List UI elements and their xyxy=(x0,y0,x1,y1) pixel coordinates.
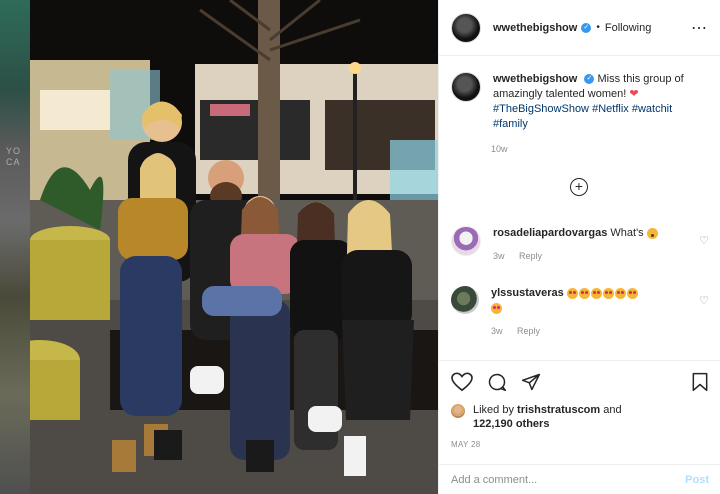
caption-author-avatar[interactable] xyxy=(451,72,481,102)
surprised-face-emoji-icon xyxy=(646,227,658,239)
liked-by-label: Liked by xyxy=(473,404,514,416)
comment-like-heart-icon[interactable]: ♡ xyxy=(699,234,709,247)
hashtag-link[interactable]: #Netflix xyxy=(592,103,629,115)
caption-username[interactable]: wwethebigshow xyxy=(493,73,577,85)
liked-by-others[interactable]: 122,190 others xyxy=(473,418,549,430)
post-actions: Liked by trishstratuscom and 122,190 oth… xyxy=(439,360,720,449)
post-side-panel: wwethebigshow ✓ • Following ⋯ wwethebigs… xyxy=(438,0,720,494)
caption-age: 10w xyxy=(491,144,508,154)
heart-eyes-emoji-icon xyxy=(491,302,502,314)
reply-button[interactable]: Reply xyxy=(517,326,540,336)
verified-badge-icon: ✓ xyxy=(581,22,592,33)
caption-row: wwethebigshow ✓ Miss this group of amazi… xyxy=(439,56,720,132)
heart-eyes-emoji-icon xyxy=(614,287,626,299)
post-date: MAY 28 xyxy=(451,440,481,449)
post-photo[interactable] xyxy=(30,0,438,494)
family-group-photo xyxy=(30,0,438,494)
commenter-avatar[interactable] xyxy=(451,286,479,314)
heart-eyes-emoji-icon xyxy=(590,287,602,299)
background-side-text: YO CA xyxy=(6,146,22,167)
add-comment-input[interactable] xyxy=(451,473,686,486)
post-header: wwethebigshow ✓ • Following ⋯ xyxy=(439,0,720,56)
comment-bubble-icon[interactable] xyxy=(487,372,507,392)
heart-eyes-emoji-icon xyxy=(602,287,614,299)
comment-item: rosadeliapardovargas What's 3w Reply ♡ xyxy=(451,226,709,264)
comment-meta: 3w Reply xyxy=(493,249,709,264)
action-icons-row xyxy=(451,369,709,395)
comment-age: 3w xyxy=(491,326,503,336)
comment-body: rosadeliapardovargas What's 3w Reply xyxy=(493,226,709,264)
liked-by-username[interactable]: trishstratuscom xyxy=(517,404,600,416)
comment-meta: 3w Reply xyxy=(491,324,709,339)
hashtag-link[interactable]: #TheBigShowShow xyxy=(493,103,589,115)
author-avatar[interactable] xyxy=(451,12,481,43)
author-username[interactable]: wwethebigshow xyxy=(493,22,577,34)
post-comment-button[interactable]: Post xyxy=(685,474,709,486)
separator-dot: • xyxy=(596,22,600,33)
verified-badge-icon: ✓ xyxy=(584,74,595,85)
comment-like-heart-icon[interactable]: ♡ xyxy=(699,294,709,307)
hashtag-link[interactable]: #family xyxy=(493,118,528,130)
liker-avatar[interactable] xyxy=(451,404,465,418)
like-heart-icon[interactable] xyxy=(451,372,473,392)
save-bookmark-icon[interactable] xyxy=(691,372,709,392)
reply-button[interactable]: Reply xyxy=(519,251,542,261)
background-blur-strip: YO CA xyxy=(0,0,30,494)
heart-eyes-emoji-icon xyxy=(566,287,578,299)
commenter-avatar[interactable] xyxy=(451,226,481,256)
comment-text: What's xyxy=(610,227,644,239)
add-comment-bar: Post xyxy=(439,464,720,494)
more-horizontal-icon[interactable]: ⋯ xyxy=(691,18,708,38)
comment-age: 3w xyxy=(493,251,505,261)
red-heart-emoji-icon: ❤ xyxy=(629,88,639,100)
load-more-comments-icon[interactable]: + xyxy=(570,178,588,196)
heart-eyes-emoji-icon xyxy=(626,287,638,299)
commenter-username[interactable]: ylssustaveras xyxy=(491,287,564,299)
liked-by-and: and xyxy=(603,404,622,416)
caption-text: wwethebigshow ✓ Miss this group of amazi… xyxy=(493,72,708,132)
heart-eyes-emoji-icon xyxy=(578,287,590,299)
comment-body: ylssustaveras 3w Reply xyxy=(491,286,709,339)
liked-by-summary: Liked by trishstratuscom and 122,190 oth… xyxy=(451,403,709,431)
comment-item: ylssustaveras 3w Reply ♡ xyxy=(451,286,709,339)
hashtag-link[interactable]: #watchit xyxy=(632,103,672,115)
commenter-username[interactable]: rosadeliapardovargas xyxy=(493,227,607,239)
following-button[interactable]: Following xyxy=(605,22,651,34)
share-paper-plane-icon[interactable] xyxy=(521,372,541,392)
